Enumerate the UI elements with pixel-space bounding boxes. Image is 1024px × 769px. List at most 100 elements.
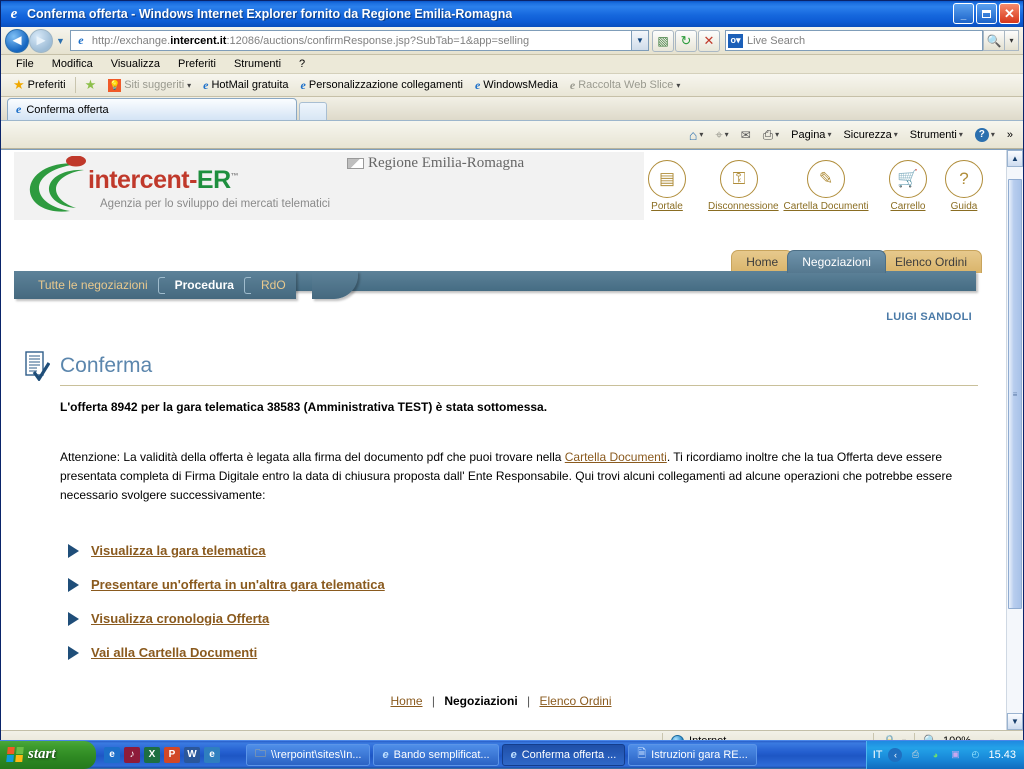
start-button[interactable]: start <box>0 741 96 769</box>
menu-item-preferiti[interactable]: Preferiti <box>169 56 225 72</box>
back-tray-icon[interactable]: ‹ <box>888 748 902 762</box>
task-button-istruzioni-gara[interactable]: 🗎 Istruzioni gara RE... <box>628 744 756 766</box>
link-vai-alla-cartella-documenti[interactable]: Vai alla Cartella Documenti <box>91 645 257 660</box>
address-dropdown-icon[interactable]: ▼ <box>631 31 648 50</box>
feeds-button[interactable]: ⌖▾ <box>709 127 734 143</box>
help-menu-button[interactable]: ?▾ <box>969 128 1001 142</box>
favorites-bar: ★ Preferiti ★ 💡 Siti suggeriti ▾ e HotMa… <box>1 74 1023 97</box>
favorite-windowsmedia[interactable]: e WindowsMedia <box>469 78 564 93</box>
show-desktop-icon[interactable]: e <box>204 747 220 763</box>
back-button[interactable]: ◄ <box>5 29 29 53</box>
search-go-button[interactable]: 🔍 <box>983 30 1005 51</box>
page-menu-button[interactable]: Pagina▾ <box>785 129 837 141</box>
browser-tab-conferma-offerta[interactable]: e Conferma offerta <box>7 98 297 120</box>
help-question-icon: ? <box>945 160 983 198</box>
favorite-personalizzazione[interactable]: e Personalizzazione collegamenti <box>295 78 469 93</box>
scroll-up-button[interactable]: ▲ <box>1007 150 1023 167</box>
forward-button[interactable]: ► <box>29 29 53 53</box>
header-icon-carrello[interactable]: 🛒 Carrello <box>882 160 934 212</box>
folder-icon: 🗀 <box>255 745 266 764</box>
clock[interactable]: 15.43 <box>988 749 1016 761</box>
tab-elenco-ordini[interactable]: Elenco Ordini <box>880 250 982 273</box>
internet-explorer-icon[interactable]: e <box>104 747 120 763</box>
web-page: intercent-ER™ Agenzia per lo sviluppo de… <box>1 150 1006 730</box>
header-icon-cartella-documenti[interactable]: ✎ Cartella Documenti <box>780 160 872 212</box>
scroll-down-button[interactable]: ▼ <box>1007 713 1023 730</box>
header-icon-guida[interactable]: ? Guida <box>944 160 984 212</box>
search-input[interactable]: o▾ Live Search <box>725 30 983 51</box>
stop-button[interactable]: ✕ <box>698 30 720 52</box>
footer-navigation: Home | Negoziazioni | Elenco Ordini <box>24 694 978 708</box>
security-menu-button[interactable]: Sicurezza▾ <box>837 129 903 141</box>
tools-menu-button[interactable]: Strumenti▾ <box>904 129 969 141</box>
refresh-button[interactable]: ↻ <box>675 30 697 52</box>
recent-pages-caret-icon[interactable]: ▼ <box>56 36 65 46</box>
primary-tabs: Home Negoziazioni Elenco Ordini <box>731 247 976 273</box>
print-button[interactable]: ⎙▾ <box>757 127 785 143</box>
secondary-tabs: Tutte le negoziazioni Procedura RdO <box>14 271 296 299</box>
add-to-favorites-bar-button[interactable]: ★ <box>79 77 103 93</box>
tab-favicon-icon: e <box>16 102 21 117</box>
header-icon-label: Carrello <box>882 201 934 212</box>
favorite-hotmail[interactable]: e HotMail gratuita <box>197 78 294 93</box>
live-search-provider-icon: o▾ <box>728 34 743 48</box>
title-bar: e Conferma offerta - Windows Internet Ex… <box>1 1 1023 27</box>
task-button-conferma-offerta[interactable]: e Conferma offerta ... <box>502 744 626 766</box>
subtab-rdo[interactable]: RdO <box>251 278 296 292</box>
footer-link-elenco-ordini[interactable]: Elenco Ordini <box>539 694 611 708</box>
scrollbar-track[interactable]: ≡ <box>1007 167 1023 713</box>
menu-item-visualizza[interactable]: Visualizza <box>102 56 169 72</box>
new-tab-button[interactable] <box>299 102 327 120</box>
menu-item-modifica[interactable]: Modifica <box>43 56 102 72</box>
link-visualizza-gara-telematica[interactable]: Visualizza la gara telematica <box>91 543 266 558</box>
header-icon-disconnessione[interactable]: ⚿ Disconnessione <box>708 160 770 212</box>
excel-icon[interactable]: X <box>144 747 160 763</box>
favorite-web-slice[interactable]: e Raccolta Web Slice ▾ <box>564 78 687 93</box>
footer-link-negoziazioni[interactable]: Negoziazioni <box>444 694 517 708</box>
tab-home[interactable]: Home <box>731 250 793 273</box>
favorite-siti-suggeriti[interactable]: 💡 Siti suggeriti ▾ <box>102 79 197 92</box>
search-placeholder: Live Search <box>747 35 805 47</box>
triangle-bullet-icon <box>68 646 79 660</box>
ie-icon: e <box>382 749 388 761</box>
minimize-button[interactable]: _ <box>953 3 974 24</box>
home-button[interactable]: ⌂▾ <box>683 127 709 143</box>
link-visualizza-cronologia-offerta[interactable]: Visualizza cronologia Offerta <box>91 611 269 626</box>
media-player-icon[interactable]: ♪ <box>124 747 140 763</box>
compatibility-view-button[interactable]: ▧ <box>652 30 674 52</box>
cartella-documenti-inline-link[interactable]: Cartella Documenti <box>565 450 667 464</box>
printer-tray-icon[interactable]: ⎙ <box>908 748 922 762</box>
menu-item-strumenti[interactable]: Strumenti <box>225 56 290 72</box>
chevron-down-icon: ▾ <box>827 130 831 139</box>
subtab-procedura[interactable]: Procedura <box>165 278 244 292</box>
browser-tab-strip: e Conferma offerta <box>1 97 1023 121</box>
tab-negoziazioni[interactable]: Negoziazioni <box>787 250 886 273</box>
restore-button[interactable] <box>976 3 997 24</box>
favorites-button[interactable]: ★ Preferiti <box>7 77 72 93</box>
antivirus-tray-icon[interactable]: ◴ <box>968 748 982 762</box>
network-tray-icon[interactable]: ◕ <box>928 748 942 762</box>
address-input[interactable]: e http://exchange.intercent.it:12086/auc… <box>70 30 649 51</box>
mail-button[interactable]: ✉ <box>735 128 757 142</box>
window-tray-icon[interactable]: ▣ <box>948 748 962 762</box>
footer-link-home[interactable]: Home <box>390 694 422 708</box>
logout-key-icon: ⚿ <box>720 160 758 198</box>
window-controls: _ ✕ <box>953 3 1020 24</box>
task-button-rerpoint[interactable]: 🗀 \\rerpoint\sites\In... <box>246 744 370 766</box>
vertical-scrollbar[interactable]: ▲ ≡ ▼ <box>1006 150 1023 730</box>
link-presentare-offerta-altra-gara[interactable]: Presentare un'offerta in un'altra gara t… <box>91 577 385 592</box>
close-button[interactable]: ✕ <box>999 3 1020 24</box>
chevron-down-icon: ▾ <box>775 130 779 139</box>
menu-item-file[interactable]: File <box>7 56 43 72</box>
menu-item-help[interactable]: ? <box>290 56 314 72</box>
language-indicator[interactable]: IT <box>873 749 883 761</box>
powerpoint-icon[interactable]: P <box>164 747 180 763</box>
task-button-bando-semplificato[interactable]: e Bando semplificat... <box>373 744 498 766</box>
subtab-tutte-le-negoziazioni[interactable]: Tutte le negoziazioni <box>28 278 158 292</box>
address-bar: ◄ ► ▼ e http://exchange.intercent.it:120… <box>1 27 1023 55</box>
word-icon[interactable]: W <box>184 747 200 763</box>
scrollbar-thumb[interactable]: ≡ <box>1008 179 1022 609</box>
header-icon-portale[interactable]: ▤ Portale <box>636 160 698 212</box>
search-provider-dropdown[interactable]: ▾ <box>1005 30 1019 51</box>
command-bar-overflow-button[interactable]: » <box>1001 129 1019 141</box>
